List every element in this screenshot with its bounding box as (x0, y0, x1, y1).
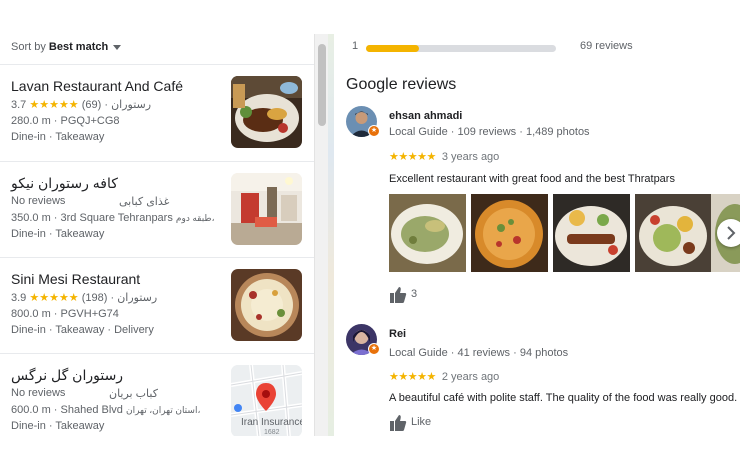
rating-value: 3.9 (11, 292, 27, 304)
place-item-lavan[interactable]: Lavan Restaurant And Café 3.7 ★★★★★ (69)… (0, 65, 314, 161)
place-address: 600.0 m · Shahed Blvd استان تهران، تهران… (11, 404, 200, 416)
place-rating-line: 3.9 ★★★★★ (198) · رستوران (11, 292, 158, 304)
place-category: رستوران (117, 292, 158, 304)
review-rating: ★★★★★ 3 years ago (389, 150, 499, 163)
list-scrollbar[interactable] (314, 34, 328, 436)
scrollbar-thumb[interactable] (318, 44, 326, 126)
place-distance: 600.0 m · Shahed Blvd (11, 404, 123, 416)
place-address: 350.0 m · 3rd Square Tehranpars طبقه دوم… (11, 212, 215, 224)
like-label: Like (411, 416, 432, 428)
rating-bar-fill (366, 45, 420, 52)
rating-stars-icon: ★★★★★ (29, 99, 79, 111)
local-guide-badge-icon: ★ (368, 343, 380, 355)
place-name: رستوران گل نرگس (11, 367, 124, 383)
review-date: 3 years ago (441, 151, 500, 163)
map-place-label: Iran Insurance (241, 417, 302, 428)
reviewer-name[interactable]: ehsan ahmadi (389, 110, 462, 122)
reviewer-name[interactable]: Rei (389, 328, 406, 340)
map-number-label: 1682 (264, 429, 280, 436)
rating-bar-track (366, 45, 556, 52)
place-name: Sini Mesi Restaurant (11, 271, 141, 287)
chevron-right-icon (727, 226, 736, 240)
review-stars-icon: ★★★★★ (389, 371, 436, 383)
rating-value: 3.7 (11, 99, 27, 111)
map-thumbnail[interactable]: Iran Insurance 1682 (231, 365, 302, 436)
results-list: Sort by Best match Lavan Restaurant And … (0, 34, 314, 436)
rice-dish-photo[interactable] (231, 269, 302, 341)
place-services: Dine-in · Takeaway (11, 420, 105, 432)
review-photo[interactable] (553, 194, 630, 272)
place-address: 800.0 m · PGVH+G74 (11, 308, 119, 320)
review-count: (69) (81, 99, 102, 111)
rating-bar-label: 1 (352, 40, 359, 52)
place-name: Lavan Restaurant And Café (11, 78, 184, 94)
like-button[interactable]: 3 (389, 286, 417, 304)
place-item-niko[interactable]: کافه رستوران نیکو No reviews غذای کبابی … (0, 162, 314, 258)
total-reviews-link[interactable]: 69 reviews (580, 40, 633, 52)
review-photo[interactable] (635, 194, 712, 272)
place-address-extra: طبقه دوم، (175, 213, 215, 223)
reviews-panel: 1 69 reviews Google reviews ★ ehsan ahma… (334, 34, 740, 436)
place-category: غذای کبابی (119, 196, 170, 208)
review-date: 2 years ago (441, 371, 500, 383)
place-rating-line: No reviews غذای کبابی (11, 195, 169, 208)
review-text: Excellent restaurant with great food and… (389, 173, 675, 185)
place-services: Dine-in · Takeaway (11, 131, 105, 143)
rating-stars-icon: ★★★★★ (29, 292, 79, 304)
like-button[interactable]: Like (389, 414, 431, 432)
place-distance: 350.0 m · 3rd Square Tehranpars (11, 212, 173, 224)
review-photo[interactable] (471, 194, 548, 272)
place-category: کباب بریان (109, 388, 158, 400)
place-address: 280.0 m · PGQJ+CG8 (11, 115, 120, 127)
next-photo-button[interactable] (717, 219, 740, 247)
sort-control[interactable]: Sort by Best match (0, 34, 314, 64)
review-photo[interactable] (389, 194, 466, 272)
place-address-extra: استان تهران، تهران، (125, 405, 201, 415)
rating-value: No reviews (11, 195, 66, 207)
place-category: رستوران (111, 99, 152, 111)
reviews-heading: Google reviews (346, 76, 457, 93)
review-photo-partial (711, 194, 740, 272)
reviewer-meta: Local Guide · 41 reviews · 94 photos (389, 347, 569, 359)
restaurant-interior-photo[interactable] (231, 173, 302, 245)
local-guide-badge-icon: ★ (368, 125, 380, 137)
reviewer-meta: Local Guide · 109 reviews · 1,489 photos (389, 126, 590, 138)
review-text: A beautiful café with polite staff. The … (389, 392, 738, 404)
food-platter-photo[interactable] (231, 76, 302, 148)
dropdown-caret-icon (113, 44, 122, 50)
thumbs-up-icon (390, 415, 407, 431)
review-photos (389, 194, 740, 272)
rating-bar-row: 1 69 reviews (334, 40, 740, 54)
place-rating-line: 3.7 ★★★★★ (69) · رستوران (11, 99, 152, 111)
review-stars-icon: ★★★★★ (389, 151, 436, 163)
place-item-sini-mesi[interactable]: Sini Mesi Restaurant 3.9 ★★★★★ (198) · ر… (0, 258, 314, 354)
sort-prefix: Sort by (11, 41, 49, 53)
sort-value: Best match (48, 41, 109, 53)
review-count: (198) (81, 292, 108, 304)
review-rating: ★★★★★ 2 years ago (389, 370, 499, 383)
like-count: 3 (411, 288, 418, 300)
place-services: Dine-in · Takeaway (11, 228, 105, 240)
place-item-gol-narges[interactable]: رستوران گل نرگس No reviews کباب بریان 60… (0, 354, 314, 436)
thumbs-up-icon (390, 287, 407, 303)
rating-value: No reviews (11, 387, 66, 399)
place-services: Dine-in · Takeaway · Delivery (11, 324, 154, 336)
place-name: کافه رستوران نیکو (11, 175, 118, 191)
place-rating-line: No reviews کباب بریان (11, 387, 158, 400)
